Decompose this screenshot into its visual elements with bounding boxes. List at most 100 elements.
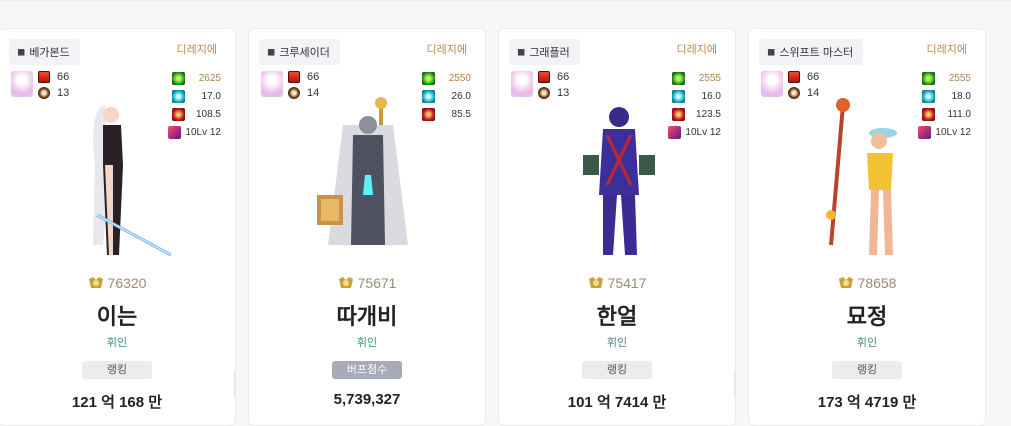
stat-value: 10Lv 12: [935, 126, 971, 138]
job-name: 휘인: [606, 337, 628, 349]
stat-value: 16.0: [701, 90, 721, 102]
fame-score: 76320: [0, 275, 235, 291]
character-sprite: [583, 107, 655, 255]
stat-value: 108.5: [195, 108, 221, 120]
character-name[interactable]: 묘정: [749, 299, 985, 331]
top-divider: [0, 0, 1011, 1]
mini-value: 66: [807, 71, 820, 83]
red-gem-icon: [288, 71, 300, 83]
creature-icon: [788, 87, 800, 99]
ranking-badge[interactable]: 랭킹: [832, 361, 902, 379]
stat-value: 2625: [198, 72, 221, 84]
job-name: 휘인: [356, 337, 378, 349]
green-orb-icon: [422, 71, 435, 85]
stat-value: 10Lv 12: [685, 126, 721, 138]
cyan-orb-icon: [172, 89, 185, 103]
stat-row: 2555: [641, 71, 721, 85]
ranking-badge[interactable]: 랭킹: [82, 361, 152, 379]
badge-icon: ◼: [767, 46, 776, 58]
stat-value: 2550: [448, 72, 471, 84]
stat-value: 18.0: [951, 90, 971, 102]
stat-row: 2625: [141, 71, 221, 85]
server-name: 스위프트 마스터: [779, 47, 854, 59]
avatar: [11, 71, 33, 97]
fame-medal-icon: [338, 277, 353, 288]
adventure-name: 디레지에: [926, 44, 967, 56]
character-name[interactable]: 이는: [0, 299, 235, 331]
green-orb-icon: [172, 71, 185, 85]
avatar: [761, 71, 783, 97]
fame-score: 78658: [749, 275, 985, 291]
fame-medal-icon: [88, 277, 103, 288]
mini-value: 66: [57, 71, 70, 83]
fame-score: 75671: [249, 275, 485, 291]
badge-icon: ◼: [267, 46, 276, 58]
score-value: 173 억 4719 만: [817, 394, 917, 411]
red-gem-icon: [788, 71, 800, 83]
creature-icon: [538, 87, 550, 99]
ranking-badge[interactable]: 랭킹: [582, 361, 652, 379]
red-gem-icon: [38, 71, 50, 83]
green-orb-icon: [922, 71, 935, 85]
character-sprite: [826, 98, 897, 255]
adventure-name: 디레지에: [676, 44, 717, 56]
stat-value: 2555: [948, 72, 971, 84]
fame-medal-icon: [588, 277, 603, 288]
red-cross-icon: [422, 107, 435, 121]
red-cross-icon: [172, 107, 185, 121]
score-value: 121 억 168 만: [71, 394, 163, 411]
divider: [734, 371, 735, 397]
character-card[interactable]: ◼ 베가본드 디레지에 66 13 2625 17.0 108.5 10Lv 1…: [0, 28, 236, 426]
fame-value: 76320: [107, 275, 147, 291]
stat-value: 17.0: [201, 90, 221, 102]
stat-row: 2555: [891, 71, 971, 85]
stat-row: 2550: [391, 71, 471, 85]
stat-value: 26.0: [451, 90, 471, 102]
red-gem-icon: [538, 71, 550, 83]
avatar: [261, 71, 283, 97]
job-name: 휘인: [106, 337, 128, 349]
buff-score-badge[interactable]: 버프점수: [332, 361, 402, 379]
character-card[interactable]: ◼ 스위프트 마스터 디레지에 66 14 2555 18.0 111.0 10…: [748, 28, 986, 426]
avatar: [511, 71, 533, 97]
server-name: 크루세이더: [279, 47, 330, 59]
creature-icon: [288, 87, 300, 99]
character-name[interactable]: 따개비: [249, 299, 485, 331]
green-orb-icon: [672, 71, 685, 85]
red-cross-icon: [672, 107, 685, 121]
cyan-orb-icon: [922, 89, 935, 103]
character-name[interactable]: 한얼: [499, 299, 735, 331]
adventure-name: 디레지에: [426, 44, 467, 56]
mini-value: 66: [557, 71, 570, 83]
fame-medal-icon: [838, 277, 853, 288]
badge-icon: ◼: [517, 46, 526, 58]
score-value: 101 억 7414 만: [567, 394, 667, 411]
stat-value: 85.5: [451, 108, 471, 120]
stat-value: 123.5: [695, 108, 721, 120]
red-cross-icon: [922, 107, 935, 121]
stat-value: 10Lv 12: [185, 126, 221, 138]
server-tag: ◼ 크루세이더: [259, 39, 340, 65]
character-card[interactable]: ◼ 크루세이더 디레지에 66 14 2550 26.0 85.5 75671 …: [248, 28, 486, 426]
fame-value: 78658: [857, 275, 897, 291]
fame-value: 75671: [357, 275, 397, 291]
server-tag: ◼ 그래플러: [509, 39, 580, 65]
stat-value: 2555: [698, 72, 721, 84]
server-tag: ◼ 스위프트 마스터: [759, 39, 864, 65]
character-sprite: [93, 105, 172, 257]
adventure-name: 디레지에: [176, 44, 217, 56]
server-name: 그래플러: [529, 47, 570, 59]
job-name: 휘인: [856, 337, 878, 349]
cyan-orb-icon: [422, 89, 435, 103]
fame-score: 75417: [499, 275, 735, 291]
server-name: 베가본드: [29, 47, 70, 59]
stat-value: 111.0: [947, 108, 971, 120]
creature-icon: [38, 87, 50, 99]
badge-icon: ◼: [17, 46, 26, 58]
character-sprite: [317, 97, 408, 245]
score-value: 5,739,327: [333, 391, 401, 408]
mini-value: 66: [307, 71, 320, 83]
cyan-orb-icon: [672, 89, 685, 103]
fame-value: 75417: [607, 275, 647, 291]
character-card[interactable]: ◼ 그래플러 디레지에 66 13 2555 16.0 123.5 10Lv 1…: [498, 28, 736, 426]
